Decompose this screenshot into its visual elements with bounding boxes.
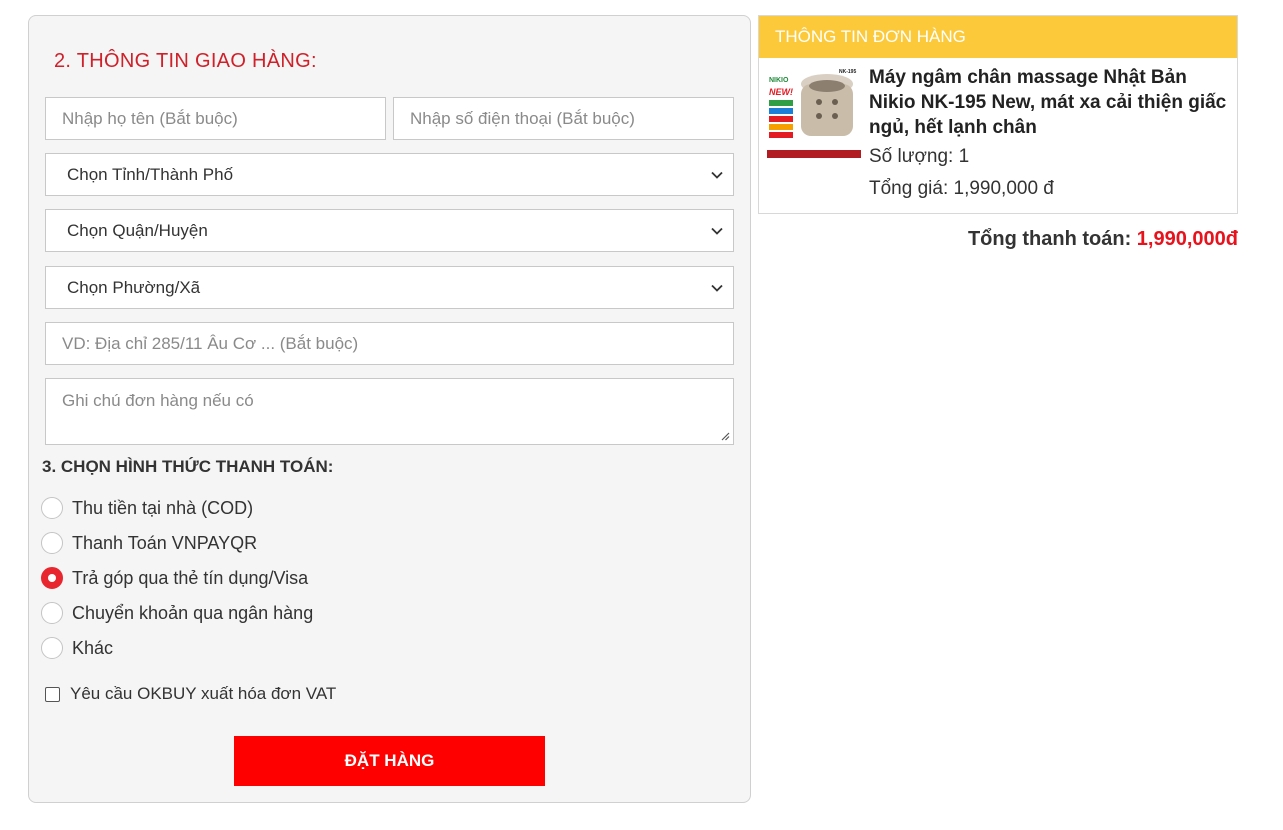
order-summary-header: THÔNG TIN ĐƠN HÀNG: [759, 16, 1237, 58]
shipping-section-title: 2. THÔNG TIN GIAO HÀNG:: [54, 50, 317, 72]
chevron-down-icon: [711, 227, 723, 235]
vat-checkbox-label: Yêu cầu OKBUY xuất hóa đơn VAT: [70, 684, 337, 703]
resize-handle-icon[interactable]: [720, 431, 730, 441]
payment-option-installment[interactable]: Trả góp qua thẻ tín dụng/Visa: [41, 567, 308, 589]
radio-button[interactable]: [41, 532, 63, 554]
ward-select-value: Chọn Phường/Xã: [67, 277, 201, 297]
order-note-textarea[interactable]: Ghi chú đơn hàng nếu có: [45, 378, 734, 445]
phone-input[interactable]: Nhập số điện thoại (Bắt buộc): [393, 97, 734, 140]
product-price: Tổng giá: 1,990,000 đ: [869, 178, 1054, 199]
order-total-amount: 1,990,000đ: [1136, 228, 1238, 250]
order-note-placeholder: Ghi chú đơn hàng nếu có: [62, 391, 254, 410]
product-image: NIKIO NEW! NK-195: [767, 66, 861, 160]
order-total-label: Tổng thanh toán:: [967, 228, 1132, 250]
radio-button[interactable]: [41, 637, 63, 659]
payment-option-label: Khác: [72, 637, 114, 658]
payment-option-label: Chuyển khoản qua ngân hàng: [72, 602, 314, 623]
payment-section-title: 3. CHỌN HÌNH THỨC THANH TOÁN:: [42, 457, 334, 476]
product-thumbnail[interactable]: NIKIO NEW! NK-195: [767, 66, 861, 160]
product-badge-text: NEW!: [769, 87, 793, 97]
payment-option-bank-transfer[interactable]: Chuyển khoản qua ngân hàng: [41, 602, 313, 624]
ward-select[interactable]: Chọn Phường/Xã: [45, 266, 734, 309]
address-input-placeholder: VD: Địa chỉ 285/11 Âu Cơ ... (Bắt buộc): [62, 333, 359, 353]
province-select[interactable]: Chọn Tỉnh/Thành Phố: [45, 153, 734, 196]
payment-option-vnpayqr[interactable]: Thanh Toán VNPAYQR: [41, 532, 257, 554]
chevron-down-icon: [711, 171, 723, 179]
vat-checkbox[interactable]: [45, 686, 60, 702]
address-input[interactable]: VD: Địa chỉ 285/11 Âu Cơ ... (Bắt buộc): [45, 322, 734, 365]
shipping-form-panel: 2. THÔNG TIN GIAO HÀNG: Nhập họ tên (Bắt…: [28, 15, 751, 803]
district-select[interactable]: Chọn Quận/Huyện: [45, 209, 734, 252]
product-quantity: Số lượng: 1: [869, 146, 970, 167]
product-model-text: NK-195: [839, 69, 856, 75]
phone-input-placeholder: Nhập số điện thoại (Bắt buộc): [410, 108, 635, 128]
chevron-down-icon: [711, 284, 723, 292]
district-select-value: Chọn Quận/Huyện: [67, 220, 208, 240]
place-order-button[interactable]: ĐẶT HÀNG: [234, 736, 545, 786]
radio-button[interactable]: [41, 497, 63, 519]
payment-option-label: Trả góp qua thẻ tín dụng/Visa: [72, 567, 309, 588]
order-summary-panel: THÔNG TIN ĐƠN HÀNG NIKIO NEW! NK-195 Máy…: [758, 15, 1238, 214]
product-brand-text: NIKIO: [769, 77, 789, 84]
radio-button[interactable]: [41, 602, 63, 624]
payment-option-other[interactable]: Khác: [41, 637, 113, 659]
name-input[interactable]: Nhập họ tên (Bắt buộc): [45, 97, 386, 140]
product-name[interactable]: Máy ngâm chân massage Nhật Bản Nikio NK-…: [869, 65, 1229, 140]
order-total: Tổng thanh toán: 1,990,000đ: [968, 228, 1238, 251]
payment-option-label: Thanh Toán VNPAYQR: [72, 532, 258, 553]
province-select-value: Chọn Tỉnh/Thành Phố: [67, 164, 234, 184]
payment-option-label: Thu tiền tại nhà (COD): [72, 497, 254, 518]
radio-button-selected[interactable]: [41, 567, 63, 589]
vat-invoice-option[interactable]: Yêu cầu OKBUY xuất hóa đơn VAT: [45, 684, 336, 704]
name-input-placeholder: Nhập họ tên (Bắt buộc): [62, 108, 238, 128]
payment-option-cod[interactable]: Thu tiền tại nhà (COD): [41, 497, 253, 519]
